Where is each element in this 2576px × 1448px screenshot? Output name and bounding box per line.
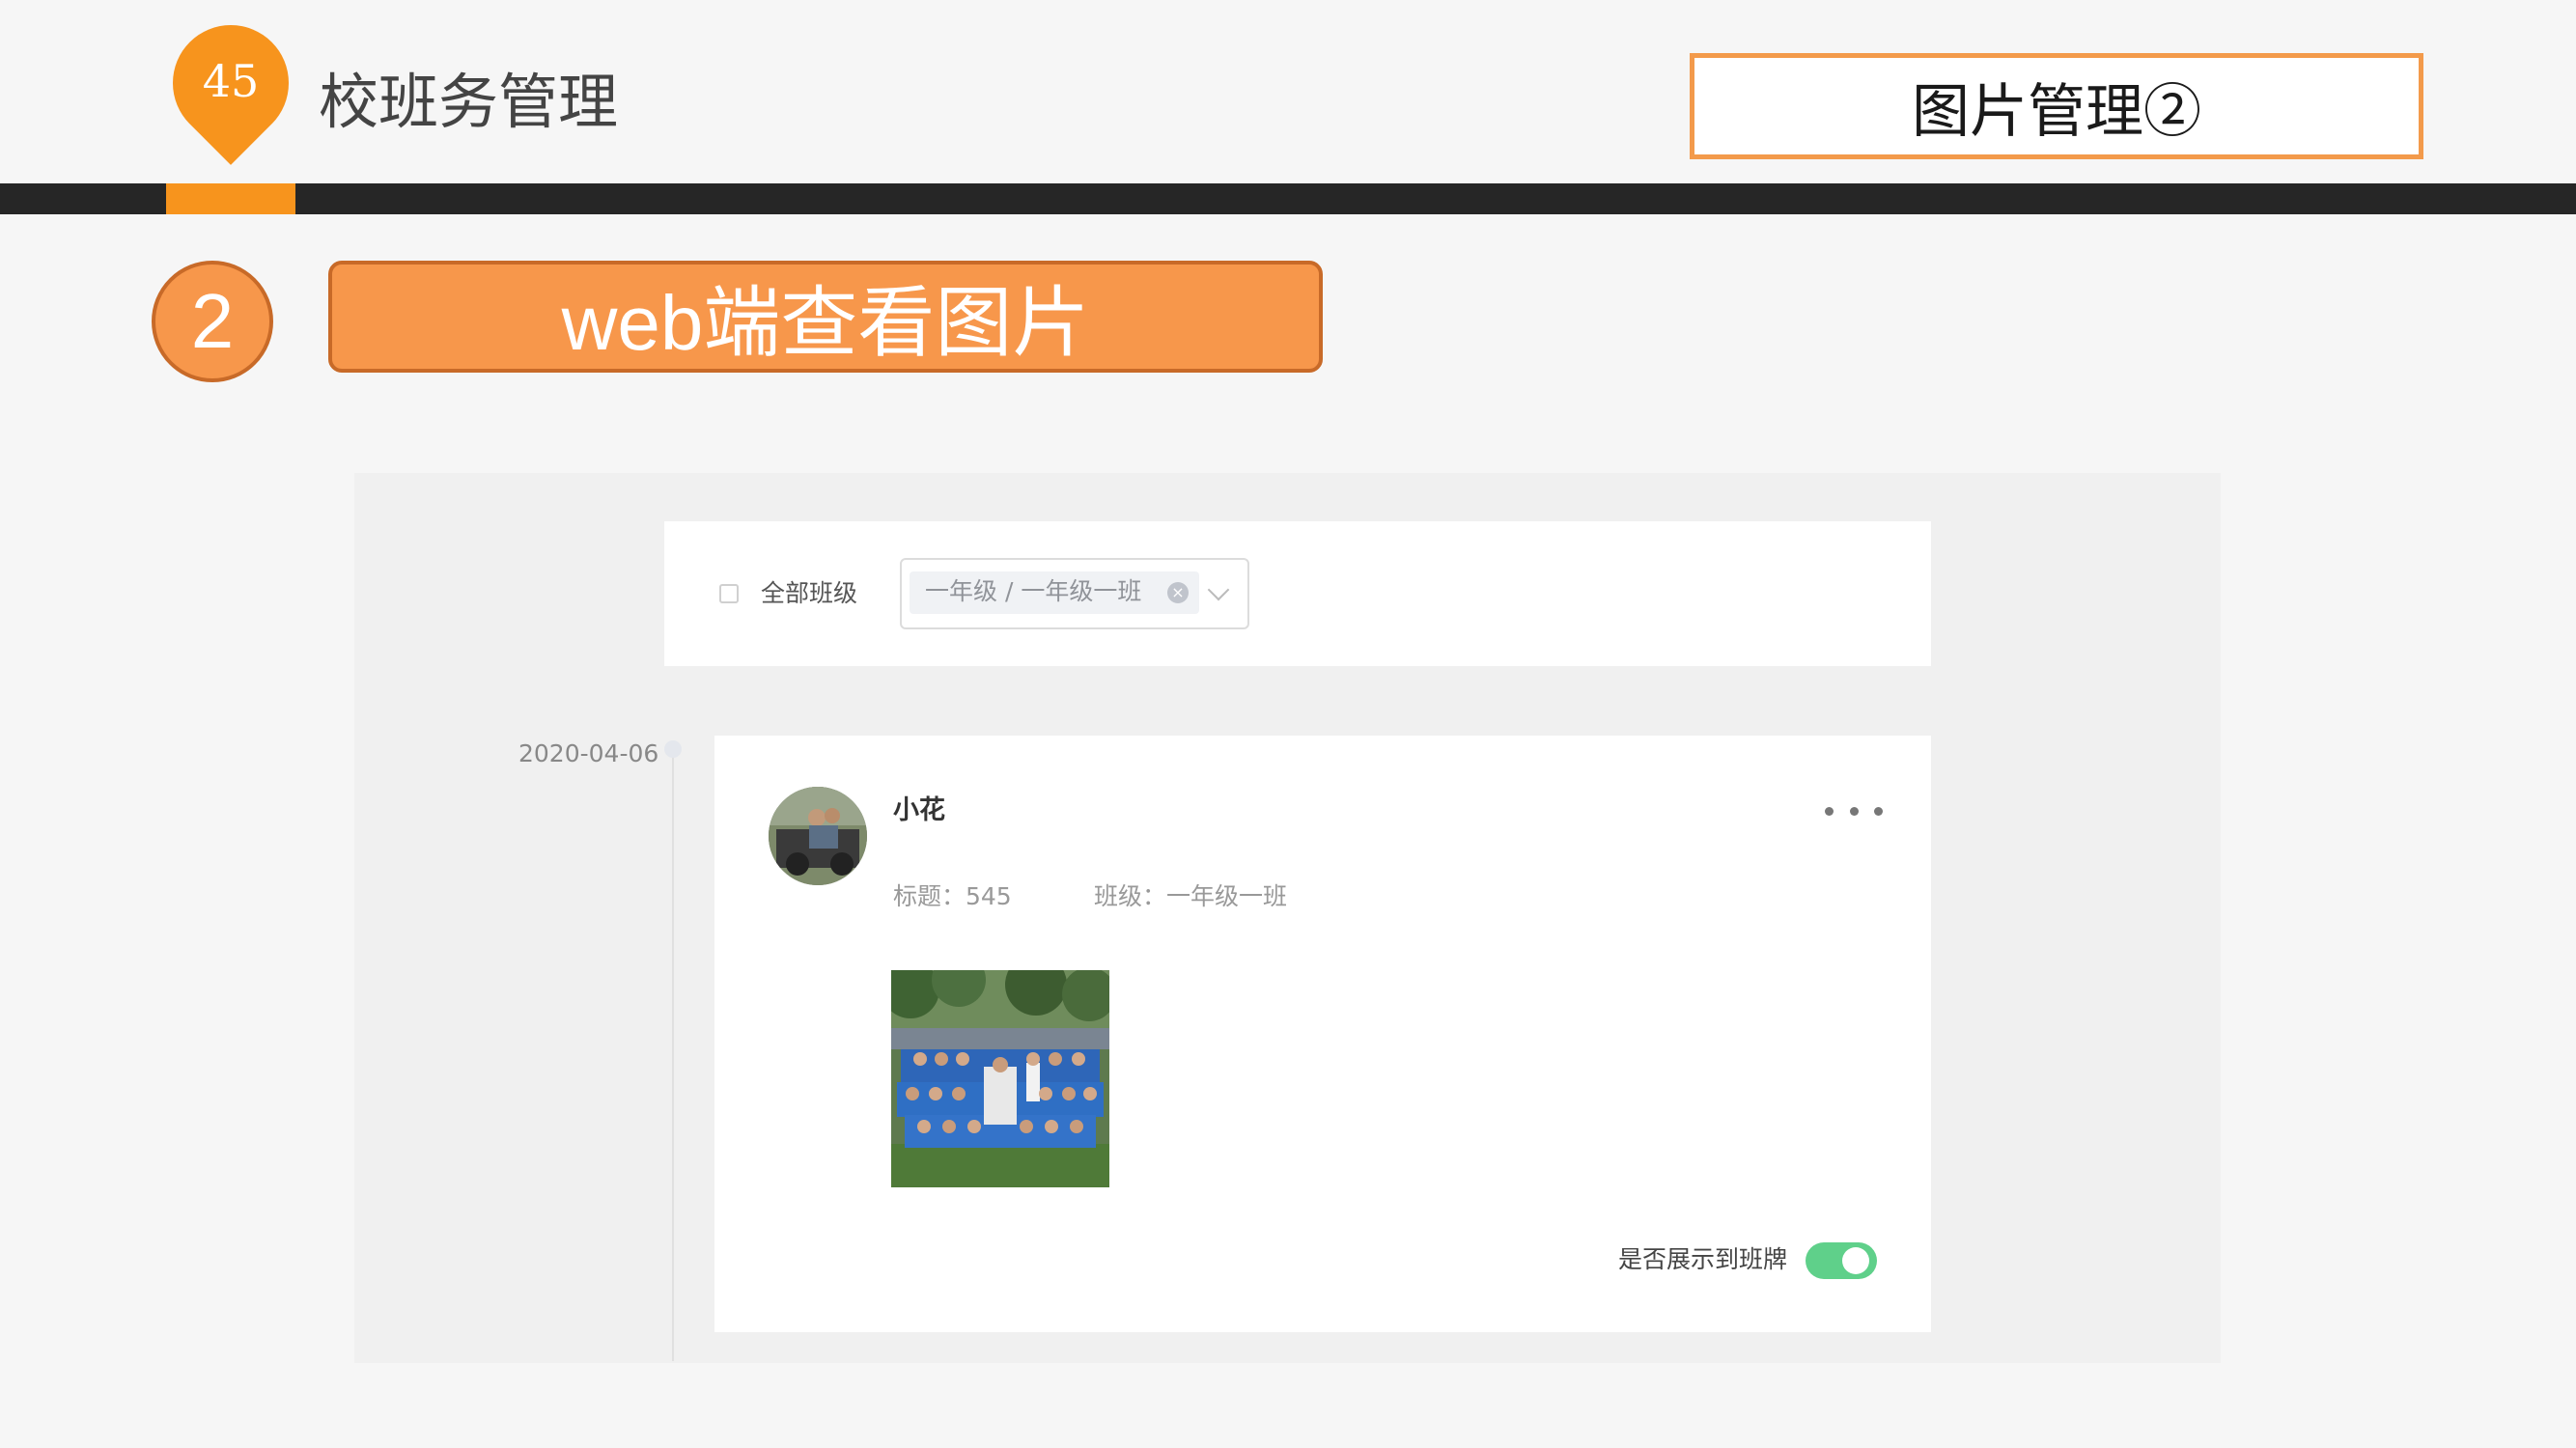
- all-classes-checkbox[interactable]: [719, 584, 739, 603]
- header-bar-accent: [166, 183, 295, 214]
- post-title: 标题：545: [893, 882, 1012, 910]
- more-dot: [1874, 806, 1883, 816]
- section-title-box: 图片管理②: [1690, 53, 2423, 159]
- section-title: 图片管理②: [1912, 77, 2201, 146]
- post-author-name: 小花: [893, 795, 945, 825]
- show-on-class-board-label: 是否展示到班牌: [1618, 1245, 1788, 1273]
- step-title-banner: web端查看图片: [328, 261, 1323, 373]
- timeline-line: [672, 748, 674, 1361]
- more-dot: [1849, 806, 1859, 816]
- close-circle-icon[interactable]: ×: [1167, 582, 1189, 603]
- avatar[interactable]: [769, 787, 867, 885]
- timeline-dot: [664, 740, 682, 758]
- post-photo-thumbnail[interactable]: [891, 970, 1109, 1187]
- page-title: 校班务管理: [319, 67, 619, 137]
- avatar-image: [769, 787, 867, 885]
- step-number-badge: 2: [152, 261, 273, 382]
- header-bar: [0, 183, 2576, 214]
- more-dot: [1825, 806, 1834, 816]
- class-group-photo: [891, 970, 1109, 1187]
- toggle-knob: [1842, 1247, 1869, 1274]
- more-horizontal-icon[interactable]: [1825, 797, 1883, 824]
- page-number: 45: [202, 55, 260, 107]
- timeline-date: 2020-04-06: [518, 739, 659, 767]
- selected-class-tag-label: 一年级 / 一年级一班: [925, 577, 1142, 605]
- all-classes-label[interactable]: 全部班级: [761, 577, 857, 610]
- post-class: 班级：一年级一班: [1094, 882, 1288, 910]
